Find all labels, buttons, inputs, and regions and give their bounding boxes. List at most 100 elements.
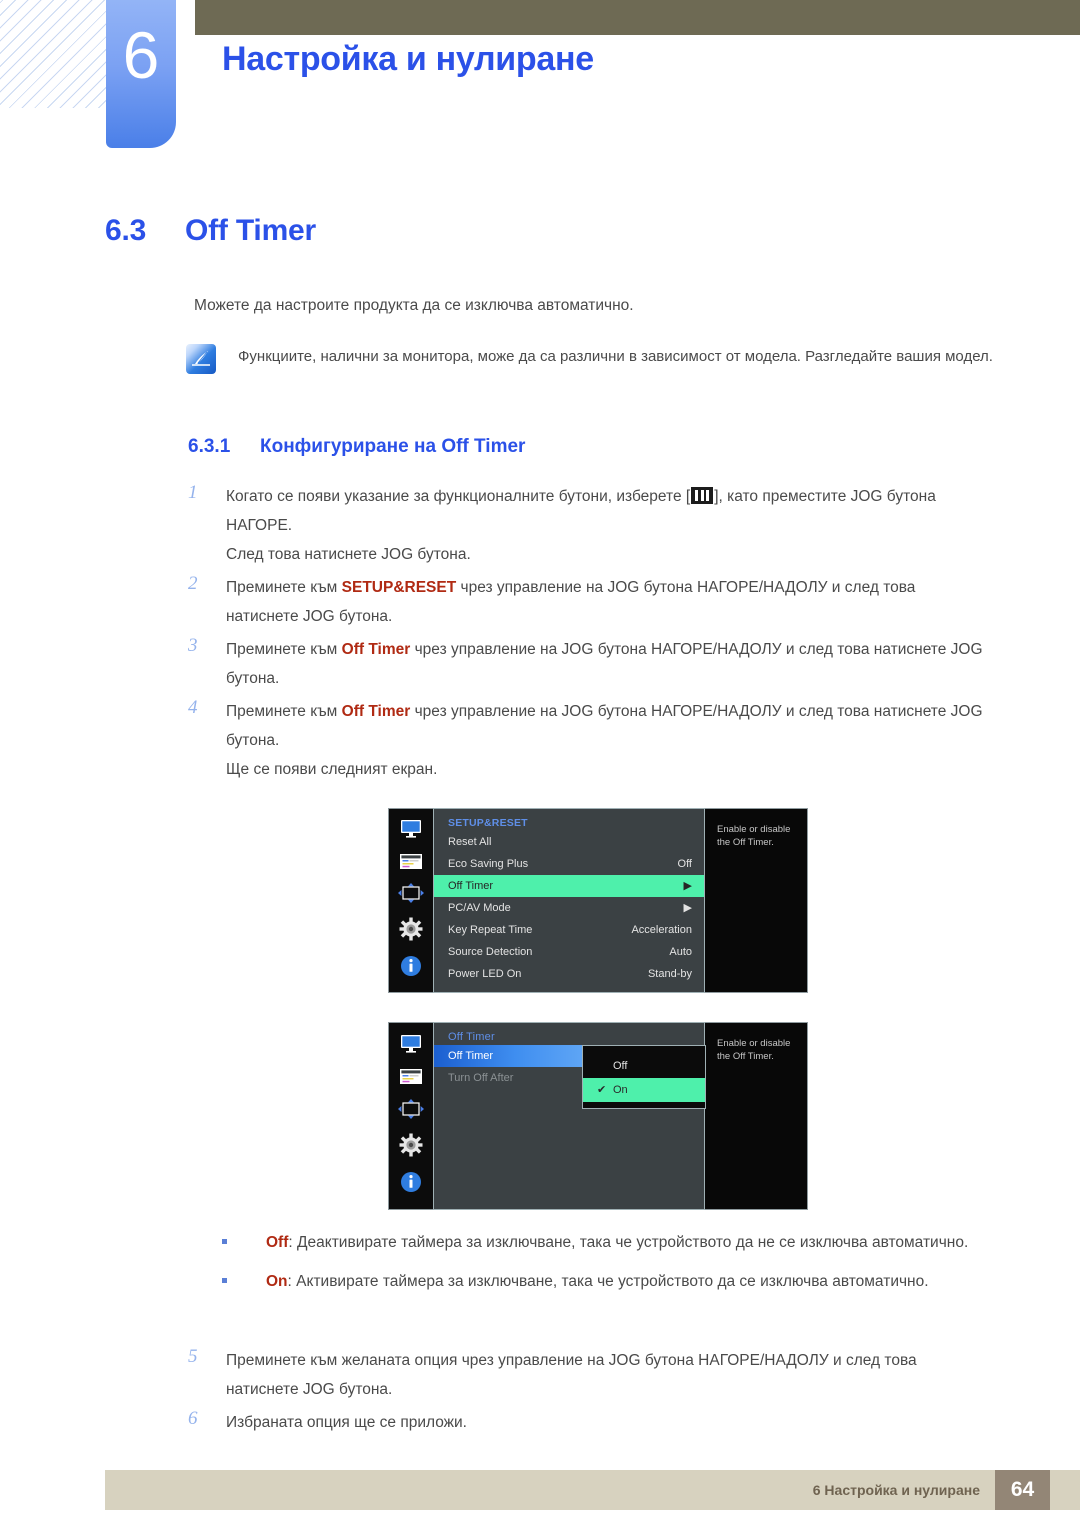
osd-screenshot-off-timer: Off Timer Off Timer Turn Off After Off ✔…: [388, 1022, 808, 1210]
step-item: 2 Преминете към SETUP&RESET чрез управле…: [188, 573, 998, 631]
osd-row-label: Key Repeat Time: [448, 924, 533, 936]
step-text: Преминете към Off Timer чрез управление …: [226, 635, 986, 693]
picture-settings-icon: [399, 1068, 423, 1090]
osd-menu-title: Off Timer: [448, 1031, 495, 1043]
osd-row-pc-av-mode[interactable]: PC/AV Mode ▶: [434, 897, 704, 919]
header-olive-bar: [195, 0, 1080, 35]
section-title: Off Timer: [185, 214, 317, 247]
osd-help-panel: Enable or disable the Off Timer.: [705, 1022, 808, 1210]
footer-page-number: 64: [995, 1470, 1050, 1510]
osd-option-label: Off: [613, 1060, 628, 1072]
osd-row-label: Off Timer: [448, 1050, 494, 1062]
step-item: 5 Преминете към желаната опция чрез упра…: [188, 1346, 998, 1404]
list-item: On: Активирате таймера за изключване, та…: [222, 1267, 1012, 1296]
bullet-marker-icon: [222, 1278, 227, 1283]
osd-icon-sidebar: [388, 1022, 433, 1210]
step-text-before: Преминете към: [226, 641, 342, 658]
osd-row-value: Auto: [669, 946, 692, 958]
step-number: 1: [188, 482, 198, 503]
screen-adjust-icon: [398, 883, 424, 908]
osd-row-label: Reset All: [448, 836, 492, 848]
osd-row-eco-saving-plus[interactable]: Eco Saving Plus Off: [434, 853, 704, 875]
gear-icon: [399, 1133, 423, 1162]
subsection-number: 6.3.1: [188, 436, 231, 457]
osd-screenshot-setup-reset: SETUP&RESET Reset All Eco Saving Plus Of…: [388, 808, 808, 993]
osd-row-label: Source Detection: [448, 946, 533, 958]
step-text: Избраната опция ще се приложи.: [226, 1414, 467, 1431]
bullet-text: Off: Деактивирате таймера за изключване,…: [266, 1228, 996, 1257]
osd-row-label: Power LED On: [448, 968, 522, 980]
chapter-tab: 6: [106, 0, 176, 148]
steps-list-bottom: 5 Преминете към желаната опция чрез упра…: [188, 1346, 998, 1441]
osd-option-label: On: [613, 1084, 628, 1096]
step-text: Преминете към Off Timer чрез управление …: [226, 697, 986, 755]
steps-list-top: 1 Когато се появи указание за функционал…: [188, 482, 998, 788]
bullet-term: On: [266, 1273, 288, 1290]
osd-menu-panel: SETUP&RESET Reset All Eco Saving Plus Of…: [433, 808, 705, 993]
note-block: Функциите, налични за монитора, може да …: [186, 342, 996, 374]
note-text: Функциите, налични за монитора, може да …: [238, 348, 993, 365]
step-bold-term: SETUP&RESET: [341, 579, 457, 596]
check-icon: ✔: [597, 1084, 607, 1096]
note-pen-icon: [186, 344, 216, 374]
osd-menu-panel: Off Timer Off Timer Turn Off After Off ✔…: [433, 1022, 706, 1210]
monitor-icon: [399, 819, 423, 844]
bullet-description: : Активирате таймера за изключване, така…: [287, 1273, 929, 1290]
footer-chapter-label: 6 Настройка и нулиране: [812, 1482, 980, 1498]
info-icon: [400, 1171, 422, 1198]
osd-row-source-detection[interactable]: Source Detection Auto: [434, 941, 704, 963]
chapter-number: 6: [122, 18, 160, 92]
menu-bars-icon: [691, 487, 714, 504]
step-item: 3 Преминете към Off Timer чрез управлени…: [188, 635, 998, 693]
step-text: Преминете към SETUP&RESET чрез управлени…: [226, 573, 986, 631]
osd-row-off-timer[interactable]: Off Timer ▶: [434, 875, 704, 897]
subsection-title: Конфигуриране на Off Timer: [260, 436, 526, 457]
bullet-text: On: Активирате таймера за изключване, та…: [266, 1267, 996, 1296]
bullet-marker-icon: [222, 1239, 227, 1244]
info-icon: [400, 955, 422, 982]
step-number: 3: [188, 635, 198, 656]
step-item: 4 Преминете към Off Timer чрез управлени…: [188, 697, 998, 784]
step-number: 4: [188, 697, 198, 718]
osd-option-off[interactable]: Off: [583, 1054, 705, 1078]
subsection-heading: 6.3.1 Конфигуриране на Off Timer: [188, 436, 525, 458]
step-item: 6 Избраната опция ще се приложи.: [188, 1408, 998, 1437]
osd-row-value: Off: [677, 858, 692, 870]
bullet-description: : Деактивирате таймера за изключване, та…: [288, 1234, 969, 1251]
list-item: Off: Деактивирате таймера за изключване,…: [222, 1228, 1012, 1257]
chapter-title: Настройка и нулиране: [222, 40, 594, 78]
osd-row-value: Acceleration: [631, 924, 692, 936]
step-number: 5: [188, 1346, 198, 1367]
step-extra: Ще се появи следният екран.: [226, 761, 438, 778]
osd-icon-sidebar: [388, 808, 433, 993]
osd-row-value: ▶: [683, 880, 692, 892]
screen-adjust-icon: [398, 1098, 424, 1124]
step-text-before: Когато се появи указание за функционални…: [226, 488, 691, 505]
osd-help-panel: Enable or disable the Off Timer.: [705, 808, 808, 993]
gear-icon: [399, 917, 423, 946]
osd-row-label: Eco Saving Plus: [448, 858, 529, 870]
step-text-before: Преминете към: [226, 703, 342, 720]
osd-row-reset-all[interactable]: Reset All: [434, 831, 704, 853]
osd-row-off-timer[interactable]: Off Timer: [434, 1045, 582, 1067]
step-text: Когато се появи указание за функционални…: [226, 482, 986, 540]
bullet-list: Off: Деактивирате таймера за изключване,…: [222, 1228, 1012, 1298]
osd-row-value: Stand-by: [647, 968, 692, 980]
section-intro: Можете да настроите продукта да се изклю…: [194, 297, 634, 314]
osd-row-key-repeat-time[interactable]: Key Repeat Time Acceleration: [434, 919, 704, 941]
osd-row-label: Off Timer: [448, 880, 494, 892]
step-text-before: Преминете към: [226, 579, 342, 596]
step-extra: След това натиснете JOG бутона.: [226, 546, 471, 563]
osd-row-power-led-on[interactable]: Power LED On Stand-by: [434, 963, 704, 985]
step-text: Преминете към желаната опция чрез управл…: [226, 1352, 917, 1398]
section-number: 6.3: [105, 214, 147, 247]
osd-option-popup: Off ✔ On: [582, 1045, 706, 1109]
osd-menu-title: SETUP&RESET: [448, 817, 528, 829]
osd-row-value: ▶: [683, 902, 692, 914]
section-heading: 6.3 Off Timer: [105, 214, 316, 248]
step-item: 1 Когато се появи указание за функционал…: [188, 482, 998, 569]
step-bold-term: Off Timer: [341, 703, 411, 720]
osd-option-on[interactable]: ✔ On: [583, 1078, 705, 1102]
step-number: 2: [188, 573, 198, 594]
monitor-icon: [399, 1034, 423, 1059]
